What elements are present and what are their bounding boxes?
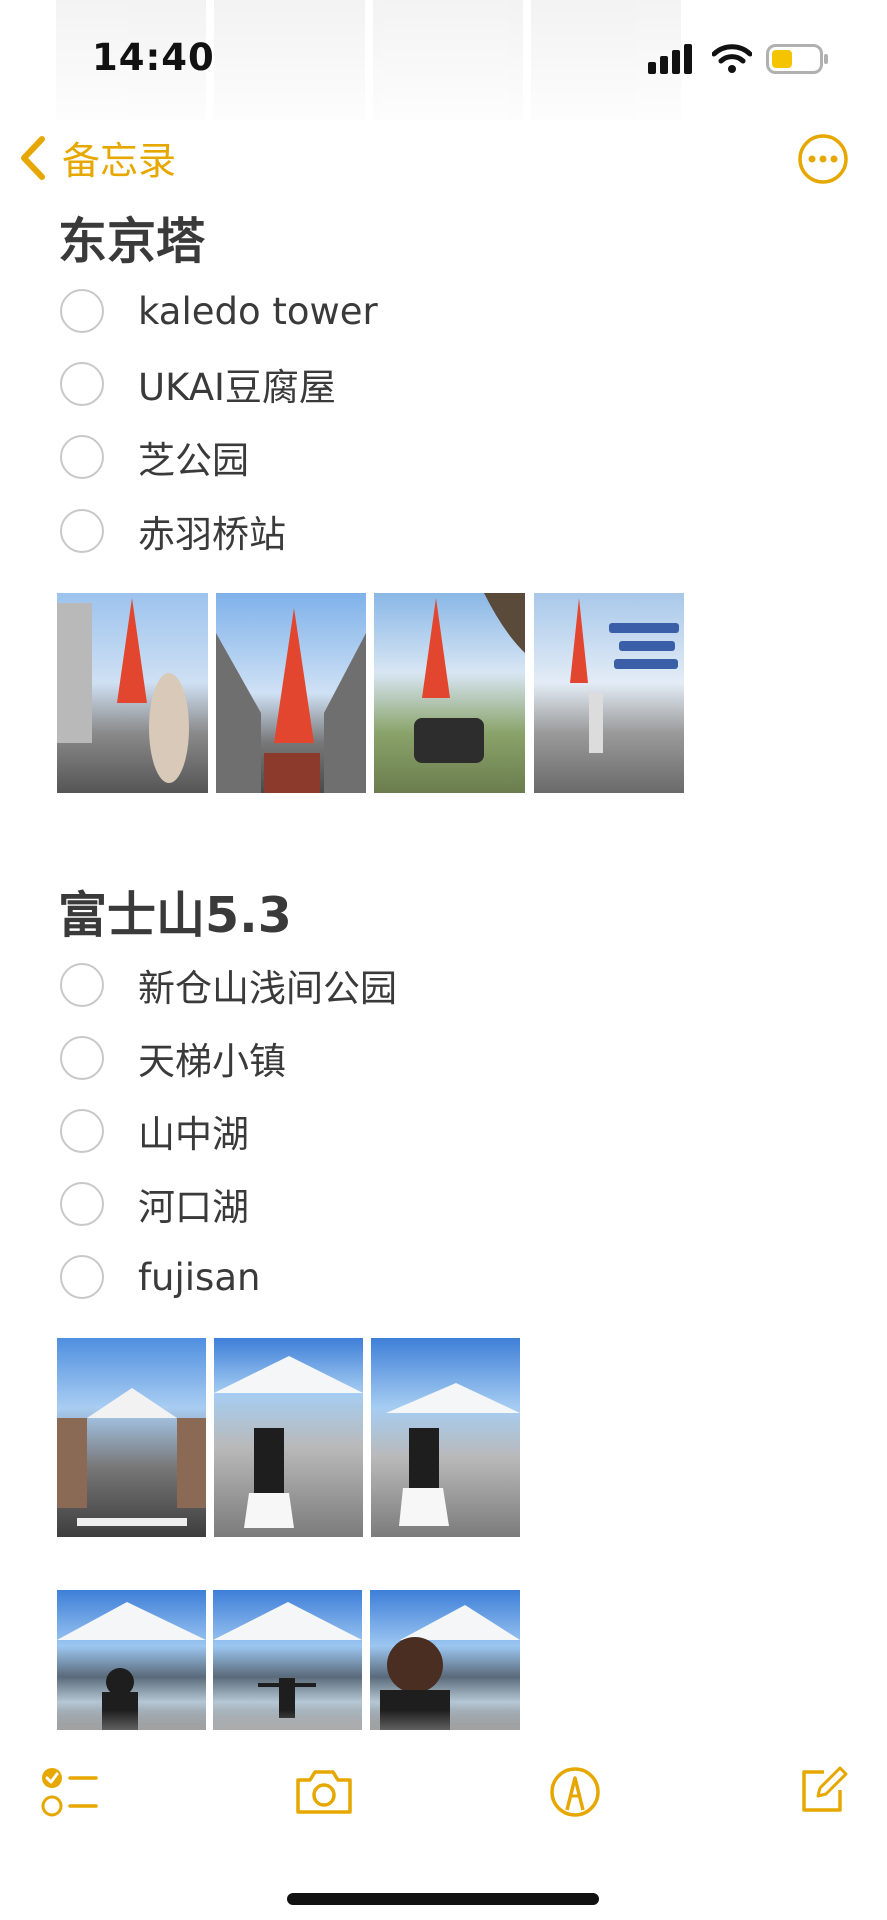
battery-icon xyxy=(766,44,828,74)
compose-icon[interactable] xyxy=(796,1764,848,1816)
akabanebashi-station-photo xyxy=(570,598,679,753)
checklist-label: kaledo tower xyxy=(138,289,378,333)
checklist-item[interactable]: 天梯小镇 xyxy=(60,1028,286,1088)
back-label: 备忘录 xyxy=(62,139,177,183)
checklist-icon[interactable] xyxy=(40,1766,100,1818)
lake-fuji-photo xyxy=(57,1602,206,1730)
checklist-label: 山中湖 xyxy=(138,1113,249,1156)
checklist-item[interactable]: 新仓山浅间公园 xyxy=(60,955,397,1015)
fuji-road-pose-photo xyxy=(386,1383,520,1526)
photo-thumbnail[interactable] xyxy=(57,1590,206,1730)
checklist-item[interactable]: UKAI豆腐屋 xyxy=(60,354,336,414)
wifi-icon xyxy=(712,44,752,73)
checkbox-circle[interactable] xyxy=(60,1255,104,1299)
checklist-item[interactable]: 芝公园 xyxy=(60,427,249,487)
shiba-park-photo xyxy=(414,593,525,763)
checklist-item[interactable]: 赤羽桥站 xyxy=(60,501,286,561)
checkbox-circle[interactable] xyxy=(60,963,104,1007)
checklist-item[interactable]: kaledo tower xyxy=(60,281,378,341)
checklist-label: 新仓山浅间公园 xyxy=(138,967,397,1010)
checklist-label: 芝公园 xyxy=(138,439,249,482)
chevron-left-icon xyxy=(21,135,45,180)
markup-icon[interactable] xyxy=(549,1766,601,1818)
photo-thumbnail[interactable] xyxy=(370,1590,520,1730)
camera-icon[interactable] xyxy=(294,1768,354,1816)
photo-thumbnail[interactable] xyxy=(534,593,684,793)
checklist-label: UKAI豆腐屋 xyxy=(138,366,336,409)
photo-thumbnail[interactable] xyxy=(371,1338,520,1537)
checklist-label: 天梯小镇 xyxy=(138,1040,286,1083)
photo-thumbnail[interactable] xyxy=(213,1590,362,1730)
lake-fuji-closeup-photo xyxy=(380,1605,520,1730)
checkbox-circle[interactable] xyxy=(60,362,104,406)
tokyo-tower-stairs-photo xyxy=(216,608,366,793)
checkbox-circle[interactable] xyxy=(60,289,104,333)
back-button[interactable]: 备忘录 xyxy=(18,130,176,185)
checklist-label: 赤羽桥站 xyxy=(138,513,286,556)
cellular-signal-icon xyxy=(648,44,692,74)
status-time: 14:40 xyxy=(92,36,215,79)
section-title: 富士山5.3 xyxy=(58,887,292,944)
lake-fuji-arms-photo xyxy=(213,1602,362,1718)
checklist-label: 河口湖 xyxy=(138,1186,249,1229)
home-indicator[interactable] xyxy=(287,1893,599,1905)
checklist-label: fujisan xyxy=(138,1255,261,1299)
photo-thumbnail[interactable] xyxy=(374,593,525,793)
checkbox-circle[interactable] xyxy=(60,1109,104,1153)
checklist-item[interactable]: 河口湖 xyxy=(60,1174,249,1234)
photo-thumbnail[interactable] xyxy=(216,593,366,793)
more-options-button[interactable] xyxy=(797,133,849,185)
checkbox-circle[interactable] xyxy=(60,509,104,553)
checkbox-circle[interactable] xyxy=(60,1182,104,1226)
checklist-item[interactable]: fujisan xyxy=(60,1247,260,1307)
tokyo-tower-photo xyxy=(57,598,189,783)
photo-thumbnail[interactable] xyxy=(57,593,208,793)
section-title: 东京塔 xyxy=(58,213,206,270)
checkbox-circle[interactable] xyxy=(60,1036,104,1080)
photo-thumbnail[interactable] xyxy=(57,1338,206,1537)
checklist-item[interactable]: 山中湖 xyxy=(60,1101,249,1161)
checkbox-circle[interactable] xyxy=(60,435,104,479)
photo-thumbnail[interactable] xyxy=(214,1338,363,1537)
fuji-street-photo xyxy=(57,1388,206,1526)
toolbar-fade xyxy=(0,1710,887,1790)
fuji-road-photo xyxy=(214,1356,363,1528)
